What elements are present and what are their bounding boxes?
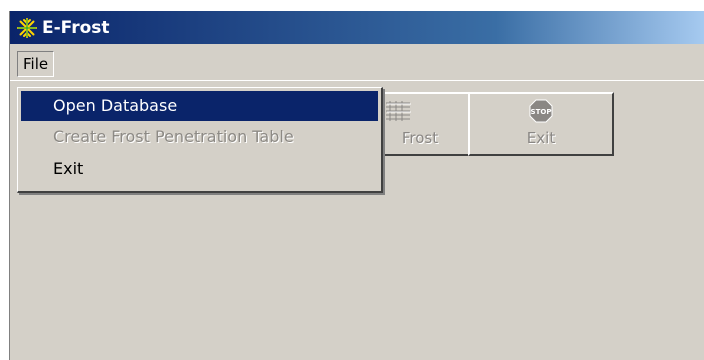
stop-sign-icon: STOP — [529, 99, 553, 127]
window-title: E-Frost — [42, 17, 110, 38]
menu-bar: File — [10, 44, 704, 81]
frost-toolbar-button[interactable]: Frost — [370, 92, 470, 156]
title-bar[interactable]: E-Frost — [10, 11, 704, 44]
exit-toolbar-button[interactable]: STOP Exit — [468, 92, 614, 156]
menu-file[interactable]: File — [17, 51, 55, 77]
exit-button-label: Exit — [526, 129, 556, 147]
frost-button-label: Frost — [401, 129, 439, 147]
file-dropdown-menu: Open Database Create Frost Penetration T… — [17, 87, 383, 193]
svg-text:STOP: STOP — [531, 108, 552, 116]
menu-item-open-database[interactable]: Open Database — [21, 91, 378, 121]
snowflake-icon — [16, 17, 38, 39]
table-icon — [384, 100, 412, 128]
menu-item-exit[interactable]: Exit — [21, 154, 378, 184]
menu-item-create-frost-penetration-table[interactable]: Create Frost Penetration Table — [21, 122, 378, 152]
